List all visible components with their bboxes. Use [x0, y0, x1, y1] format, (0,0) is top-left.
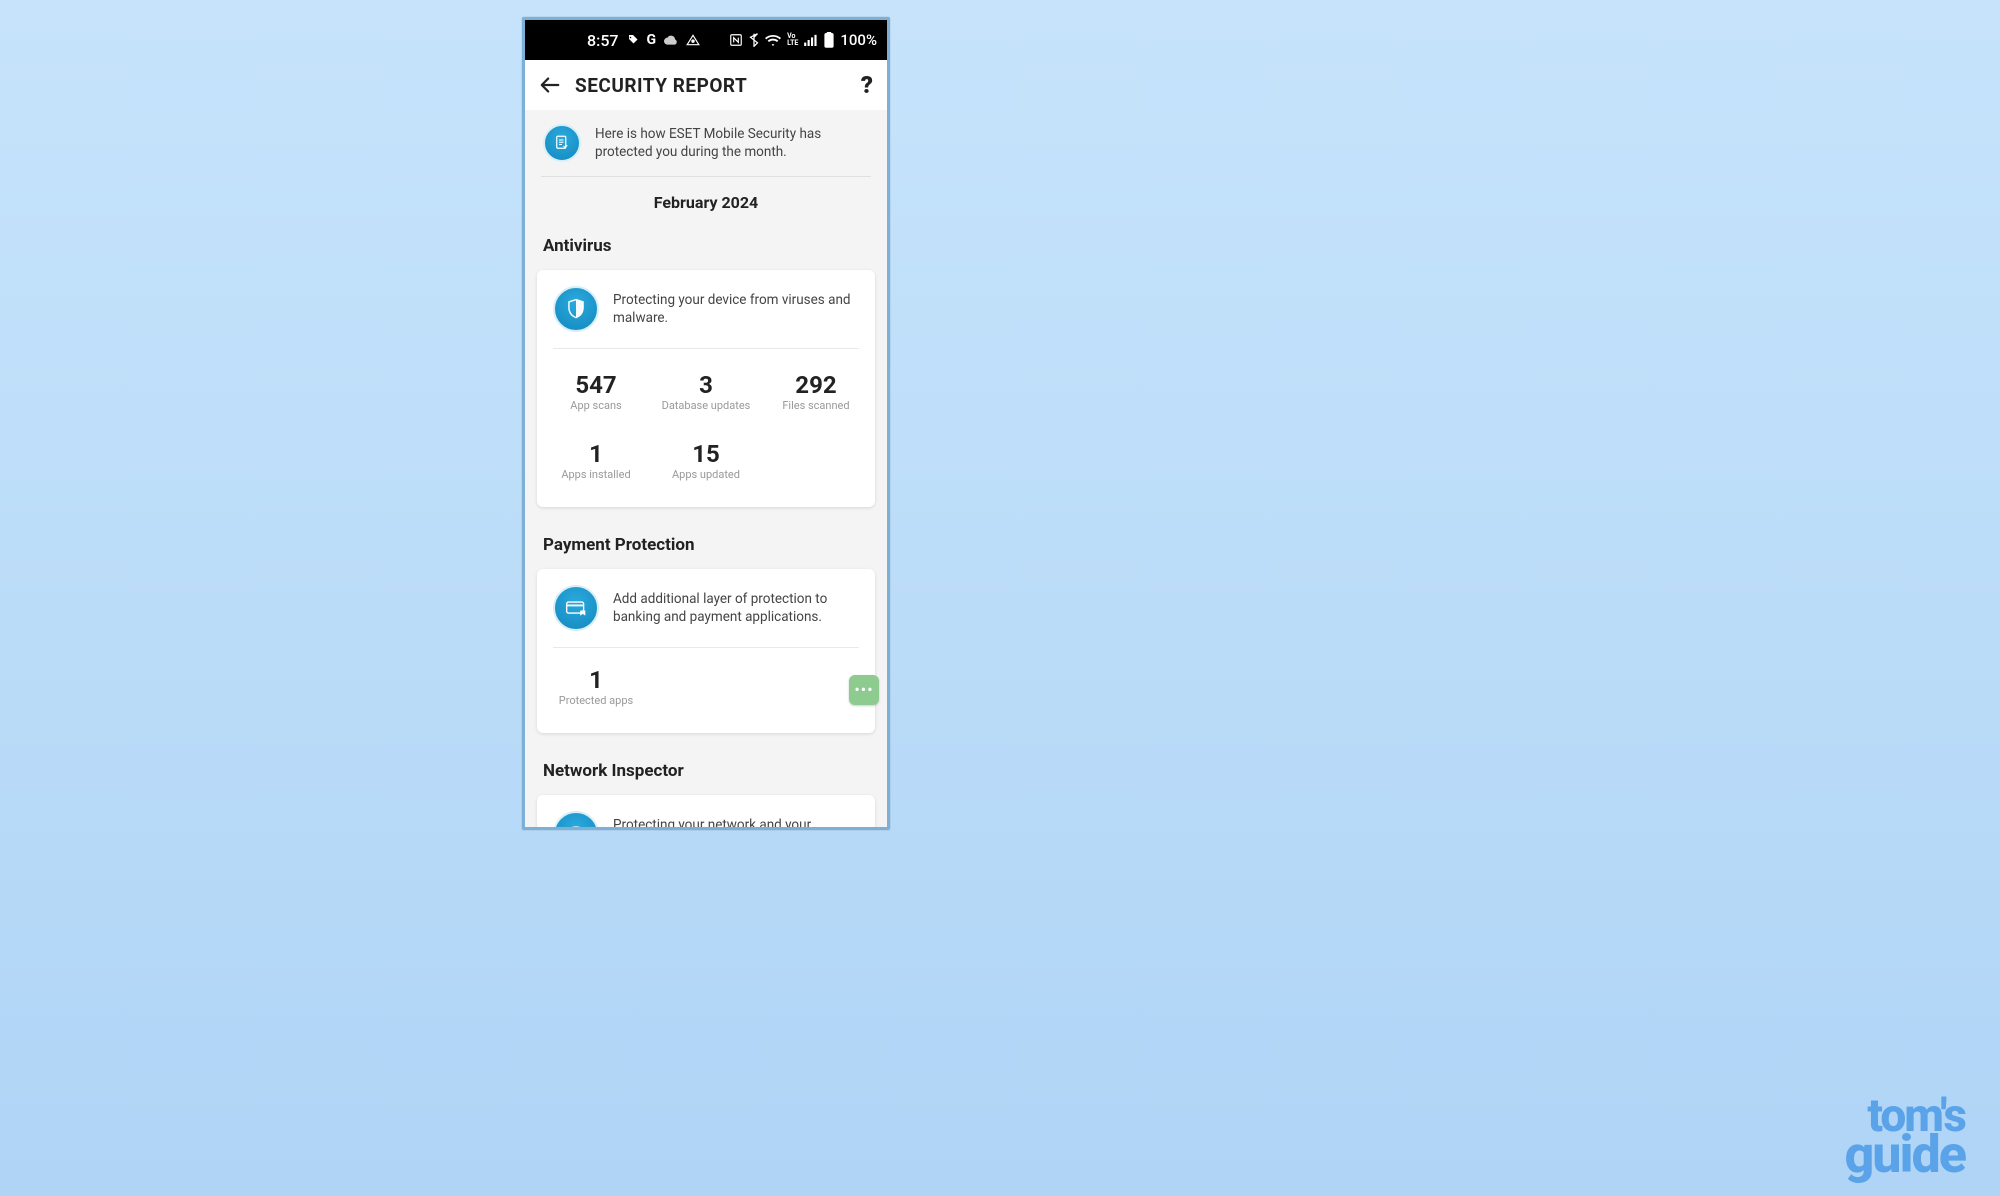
section-title-antivirus: Antivirus [525, 224, 887, 264]
stat-value: 1 [541, 440, 651, 468]
help-button[interactable]: ? [861, 71, 873, 99]
payment-card[interactable]: Add additional layer of protection to ba… [537, 569, 875, 733]
intro-text: Here is how ESET Mobile Security has pro… [595, 125, 869, 161]
payment-stats: 1 Protected apps [537, 648, 875, 733]
payment-desc: Add additional layer of protection to ba… [613, 590, 859, 626]
status-time: 8:57 [587, 31, 619, 50]
stat-protected-apps: 1 Protected apps [541, 658, 651, 719]
cloud-icon [664, 35, 678, 45]
watermark-line2: guide [1844, 1134, 1965, 1176]
app-body: SECURITY REPORT ? Here is how ESET Mobil… [525, 60, 887, 827]
phone-frame: 8:57 G VoLTE [522, 17, 890, 830]
stat-label: Database updates [651, 399, 761, 412]
network-card[interactable]: Protecting your network and your devices… [537, 795, 875, 827]
page-title: SECURITY REPORT [575, 74, 847, 97]
google-g-icon: G [647, 32, 657, 48]
stat-value: 547 [541, 371, 651, 399]
watermark-logo: tom's guide [1844, 1098, 1965, 1176]
stat-apps-installed: 1 Apps installed [541, 432, 651, 493]
android-status-bar: 8:57 G VoLTE [525, 20, 887, 60]
stat-value: 292 [761, 371, 871, 399]
tag-icon [627, 34, 639, 46]
stat-label: Apps installed [541, 468, 651, 481]
volte-icon: VoLTE [787, 33, 798, 47]
antivirus-desc: Protecting your device from viruses and … [613, 291, 859, 327]
network-desc: Protecting your network and your devices… [613, 816, 859, 827]
stat-label: Apps updated [651, 468, 761, 481]
stat-files-scanned: 292 Files scanned [761, 363, 871, 424]
signal-icon [804, 34, 818, 46]
status-right: VoLTE 100% [729, 31, 877, 49]
shield-icon [553, 286, 599, 332]
antivirus-stats-row2: 1 Apps installed 15 Apps updated [537, 432, 875, 507]
network-card-header: Protecting your network and your devices… [537, 795, 875, 827]
status-left: 8:57 G [587, 31, 700, 50]
stat-db-updates: 3 Database updates [651, 363, 761, 424]
intro-row: Here is how ESET Mobile Security has pro… [525, 110, 887, 176]
app-bar: SECURITY REPORT ? [525, 60, 887, 110]
report-month: February 2024 [525, 177, 887, 224]
nfc-icon [729, 33, 743, 47]
more-fab-button[interactable]: ••• [849, 675, 879, 705]
stat-app-scans: 547 App scans [541, 363, 651, 424]
stat-value: 1 [541, 666, 651, 694]
stat-value: 15 [651, 440, 761, 468]
back-button[interactable] [539, 74, 561, 96]
stat-label: Protected apps [541, 694, 651, 707]
wifi-inspect-icon [553, 811, 599, 827]
battery-icon [824, 32, 834, 48]
credit-card-icon [553, 585, 599, 631]
battery-percent: 100% [840, 31, 877, 49]
antivirus-card-header: Protecting your device from viruses and … [537, 270, 875, 348]
triangle-icon [686, 34, 700, 46]
section-title-payment: Payment Protection [525, 523, 887, 563]
bluetooth-icon [749, 33, 759, 47]
wifi-icon [765, 34, 781, 46]
payment-card-header: Add additional layer of protection to ba… [537, 569, 875, 647]
antivirus-card[interactable]: Protecting your device from viruses and … [537, 270, 875, 507]
stat-label: App scans [541, 399, 651, 412]
report-icon [543, 124, 581, 162]
stat-label: Files scanned [761, 399, 871, 412]
section-title-network: Network Inspector [525, 749, 887, 789]
stat-value: 3 [651, 371, 761, 399]
antivirus-stats-row1: 547 App scans 3 Database updates 292 Fil… [537, 349, 875, 438]
stat-apps-updated: 15 Apps updated [651, 432, 761, 493]
